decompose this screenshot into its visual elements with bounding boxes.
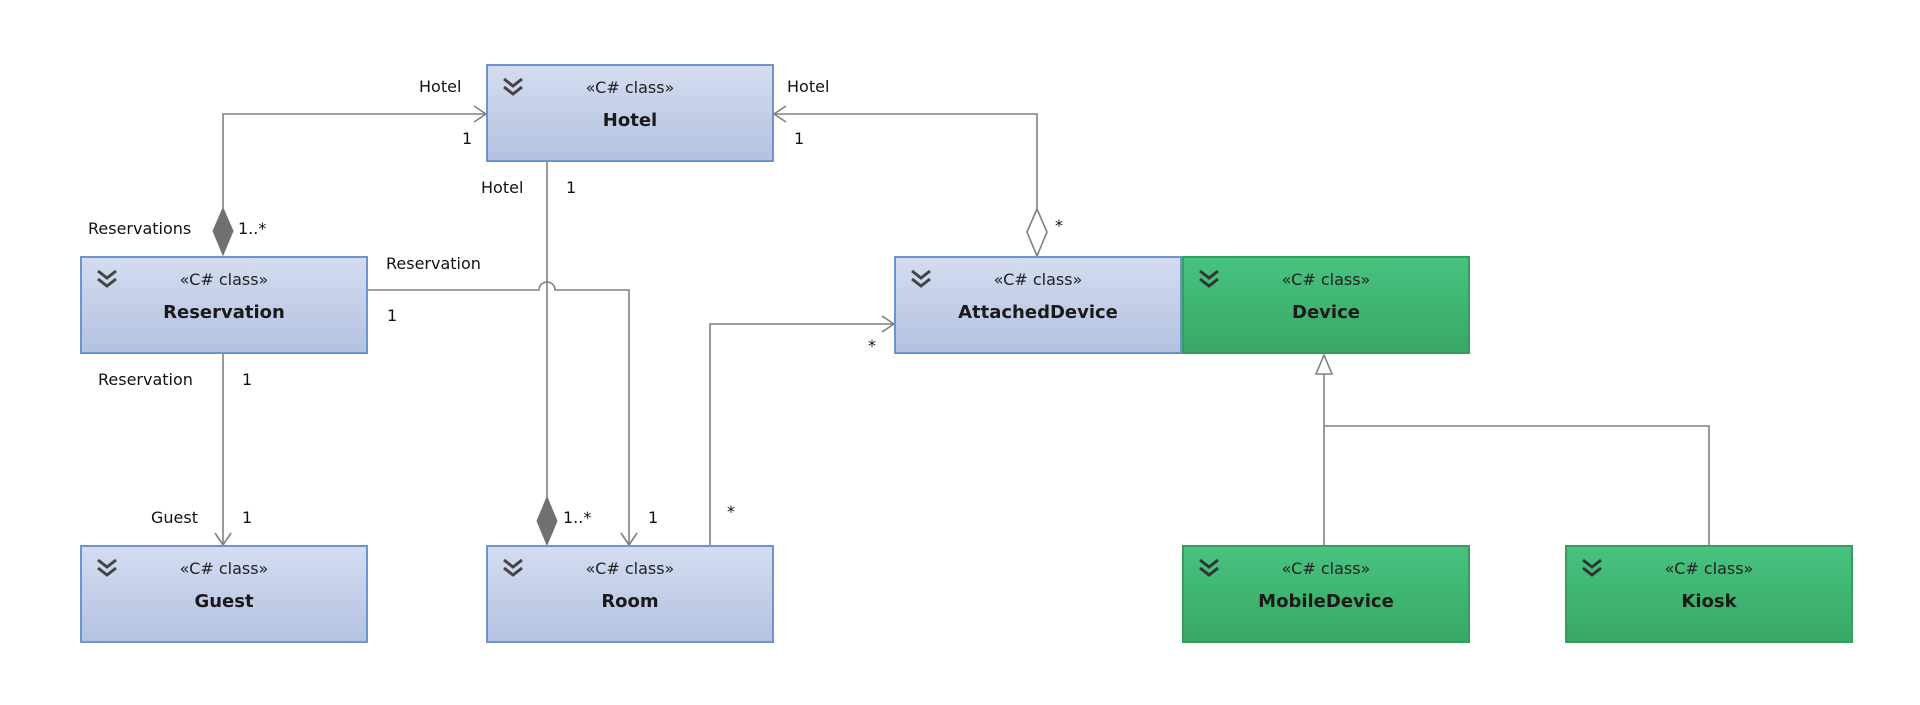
role-label: Guest <box>151 508 198 527</box>
class-name: Reservation <box>163 302 285 323</box>
role-label: Hotel <box>419 77 462 96</box>
multiplicity-label: 1 <box>242 370 253 389</box>
stereotype: «C# class» <box>585 78 675 97</box>
multiplicity-label: 1 <box>566 178 577 197</box>
generalization-triangle <box>1314 352 1334 375</box>
multiplicity-label: 1 <box>242 508 253 527</box>
multiplicity-label: 1 <box>387 306 398 325</box>
class-name: Kiosk <box>1681 591 1737 612</box>
role-label: Hotel <box>787 77 830 96</box>
class-name: Hotel <box>602 110 658 131</box>
multiplicity-label: * <box>868 336 876 355</box>
stereotype: «C# class» <box>179 559 269 578</box>
composition-diamond <box>536 495 558 547</box>
role-label: Hotel <box>481 178 524 197</box>
class-device[interactable]: «C# class» Device <box>1182 256 1470 354</box>
stereotype: «C# class» <box>1664 559 1754 578</box>
role-label: Reservation <box>98 370 193 389</box>
role-label: Reservations <box>88 219 192 238</box>
class-kiosk[interactable]: «C# class» Kiosk <box>1565 545 1853 643</box>
class-name: AttachedDevice <box>958 302 1118 323</box>
multiplicity-label: 1 <box>648 508 659 527</box>
room-attacheddevice-line <box>709 323 894 545</box>
role-label: Reservation <box>386 254 481 273</box>
class-mobiledevice[interactable]: «C# class» MobileDevice <box>1182 545 1470 643</box>
multiplicity-label: 1..* <box>563 508 592 527</box>
stereotype: «C# class» <box>1281 559 1371 578</box>
stereotype: «C# class» <box>179 270 269 289</box>
aggregation-diamond <box>1026 206 1048 259</box>
multiplicity-label: 1 <box>462 129 473 148</box>
class-attacheddevice[interactable]: «C# class» AttachedDevice <box>894 256 1182 354</box>
stereotype: «C# class» <box>1281 270 1371 289</box>
generalization-line <box>1324 425 1710 545</box>
stereotype: «C# class» <box>585 559 675 578</box>
multiplicity-label: 1..* <box>238 219 267 238</box>
class-name: Room <box>601 591 659 612</box>
multiplicity-label: * <box>1055 216 1063 235</box>
class-name: Device <box>1292 302 1360 323</box>
class-name: MobileDevice <box>1258 591 1394 612</box>
reservation-room-line <box>366 281 630 545</box>
class-guest[interactable]: «C# class» Guest <box>80 545 368 643</box>
class-room[interactable]: «C# class» Room <box>486 545 774 643</box>
composition-diamond <box>212 206 234 257</box>
class-hotel[interactable]: «C# class» Hotel <box>486 64 774 162</box>
stereotype: «C# class» <box>993 270 1083 289</box>
class-name: Guest <box>194 591 254 612</box>
attacheddevice-hotel-line <box>774 113 1038 209</box>
class-reservation[interactable]: «C# class» Reservation <box>80 256 368 354</box>
reservation-hotel-line <box>222 113 486 208</box>
multiplicity-label: 1 <box>794 129 805 148</box>
multiplicity-label: * <box>727 502 735 521</box>
